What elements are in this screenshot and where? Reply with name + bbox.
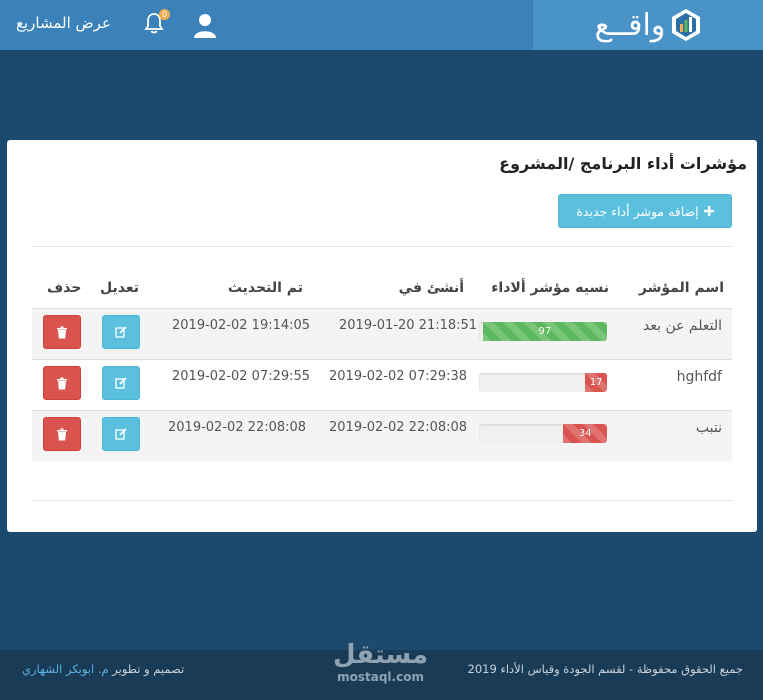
notification-badge: 0 [159, 9, 170, 20]
panel-title: مؤشرات أداء البرنامج /المشروع [499, 154, 747, 173]
kpi-progress: 17 [479, 373, 607, 392]
divider [32, 246, 732, 247]
edit-button[interactable] [102, 315, 140, 349]
mostaql-watermark: مستقل mostaql.com [333, 640, 428, 684]
delete-button[interactable] [43, 417, 81, 451]
created-at: 2019-02-02 07:29:38 [329, 369, 468, 384]
watermark-arabic: مستقل [333, 640, 429, 670]
credits: تصميم و تطوير م. ابوبكر الشهاري [22, 662, 184, 676]
created-at: 2019-01-20 21:18:51 [339, 318, 478, 333]
divider [32, 500, 732, 501]
delete-button[interactable] [43, 315, 81, 349]
column-header-delete: حذف [47, 280, 82, 296]
brand[interactable]: واقــع [533, 0, 763, 50]
column-header-updated: تم التحديث [227, 280, 303, 296]
top-navbar: واقــع 0 عرض المشاريع [0, 0, 763, 50]
kpi-progress-bar: 97 [482, 322, 607, 341]
view-projects-link[interactable]: عرض المشاريع [16, 14, 111, 32]
edit-button[interactable] [102, 366, 140, 400]
table-row: نتبب 34 2019-02-02 22:08:08 2019-02-02 2… [32, 411, 732, 461]
created-at: 2019-02-02 22:08:08 [329, 420, 468, 435]
kpi-progress-bar: 17 [585, 373, 607, 392]
edit-icon [115, 326, 127, 338]
user-avatar-icon[interactable] [193, 12, 217, 38]
kpi-progress: 34 [479, 424, 607, 443]
trash-icon [57, 428, 67, 440]
column-header-ratio: نسيه مؤشر ألاداء [491, 280, 609, 296]
brand-name: واقــع [594, 7, 666, 43]
copyright-text: جميع الحقوق محفوظة - لقسم الجودة وقياس ا… [467, 662, 743, 676]
column-header-created: أنشئ في [398, 280, 464, 296]
kpi-name: hghfdf [676, 369, 722, 385]
trash-icon [57, 377, 67, 389]
updated-at: 2019-02-02 07:29:55 [172, 369, 311, 384]
edit-icon [115, 428, 127, 440]
edit-button[interactable] [102, 417, 140, 451]
credits-prefix: تصميم و تطوير [112, 662, 185, 676]
author-link[interactable]: م. ابوبكر الشهاري [22, 662, 109, 676]
trash-icon [57, 326, 67, 338]
updated-at: 2019-02-02 19:14:05 [172, 318, 311, 333]
kpi-progress: 97 [479, 322, 607, 341]
table-row: التعلم عن بعد 97 2019-01-20 21:18:51 201… [32, 309, 732, 359]
edit-icon [115, 377, 127, 389]
add-kpi-button[interactable]: إضافه موشر أداء جديدة [558, 194, 732, 228]
plus-icon [703, 206, 714, 216]
add-kpi-button-label: إضافه موشر أداء جديدة [576, 203, 699, 219]
table-row: hghfdf 17 2019-02-02 07:29:38 2019-02-02… [32, 360, 732, 410]
delete-button[interactable] [43, 366, 81, 400]
column-header-edit: تعديل [100, 280, 139, 296]
kpi-progress-bar: 34 [563, 424, 607, 443]
column-header-name: اسم المؤشر [638, 280, 724, 296]
kpi-panel: مؤشرات أداء البرنامج /المشروع إضافه موشر… [7, 140, 757, 532]
kpi-name: نتبب [695, 420, 722, 436]
brand-logo-icon [672, 9, 701, 41]
watermark-domain: mostaql.com [337, 670, 424, 684]
updated-at: 2019-02-02 22:08:08 [168, 420, 307, 435]
kpi-name: التعلم عن بعد [643, 318, 722, 334]
